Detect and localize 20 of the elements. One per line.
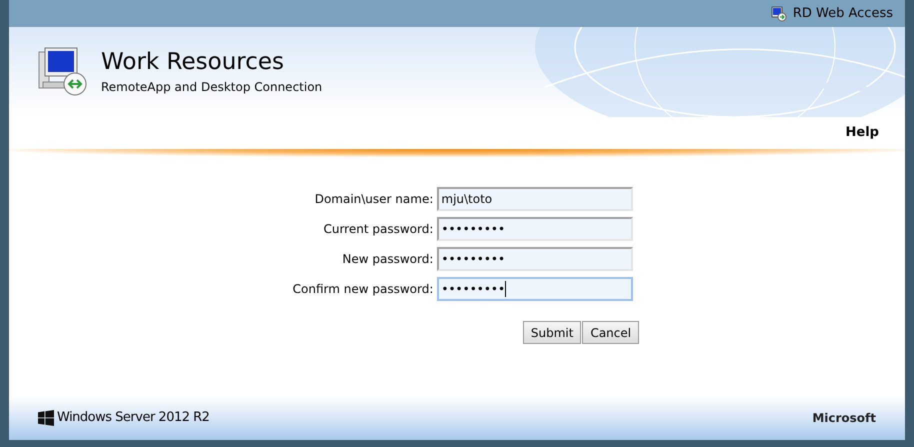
input-field[interactable]: ••••••••• xyxy=(437,277,634,301)
input-field[interactable]: mju\toto xyxy=(437,187,634,211)
page-title: Work Resources xyxy=(101,48,286,76)
remote-desktop-icon xyxy=(37,46,89,98)
field-label: Confirm new password: xyxy=(292,281,434,298)
submit-button[interactable]: Submit xyxy=(522,321,582,344)
field-label: Domain\user name: xyxy=(314,191,434,208)
vendor-name: Microsoft xyxy=(812,410,876,427)
product-name: Windows Server 2012 R2 xyxy=(57,409,210,428)
windows-logo-icon xyxy=(38,410,54,426)
app-title: RD Web Access xyxy=(792,4,893,23)
input-field[interactable]: ••••••••• xyxy=(437,247,634,271)
cancel-button[interactable]: Cancel xyxy=(582,321,640,344)
help-link[interactable]: Help xyxy=(846,123,879,143)
input-field[interactable]: ••••••••• xyxy=(437,217,634,241)
page-subtitle: RemoteApp and Desktop Connection xyxy=(101,79,322,96)
text-caret xyxy=(505,281,506,297)
monitor-icon xyxy=(770,6,787,22)
field-label: Current password: xyxy=(322,221,434,238)
field-label: New password: xyxy=(341,251,434,268)
